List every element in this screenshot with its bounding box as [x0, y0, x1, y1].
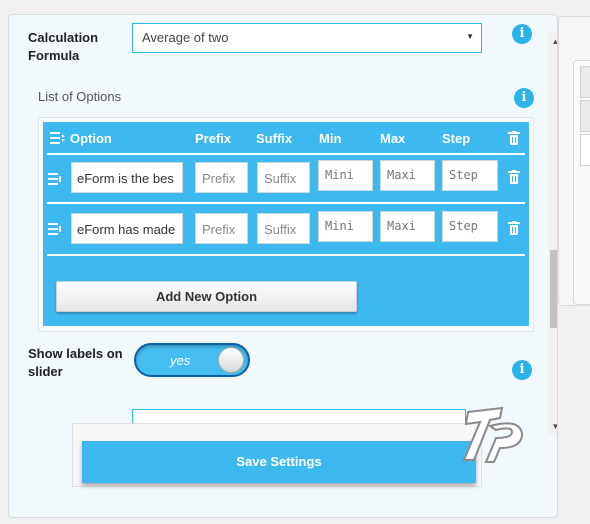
column-header-step: Step [442, 131, 471, 146]
min-input[interactable]: Mini [318, 211, 373, 242]
step-input[interactable]: Step [442, 160, 498, 191]
column-header-max: Max [380, 131, 406, 146]
prefix-input[interactable]: Prefix [195, 213, 248, 244]
step-input[interactable]: Step [442, 211, 498, 242]
show-labels-toggle[interactable]: yes [134, 343, 250, 377]
min-input[interactable]: Mini [318, 160, 373, 191]
background-box [580, 66, 590, 98]
trash-icon[interactable] [508, 170, 520, 184]
toggle-state-text: yes [170, 353, 191, 368]
drag-handle-icon[interactable] [48, 173, 64, 185]
background-box [580, 100, 590, 132]
suffix-input[interactable]: Suffix [257, 162, 310, 193]
scrollbar[interactable]: ▲ ▼ [548, 31, 557, 434]
add-new-option-button[interactable]: Add New Option [56, 281, 357, 312]
drag-handle-icon[interactable] [48, 223, 64, 235]
divider [47, 153, 525, 155]
info-icon[interactable]: i [512, 24, 532, 44]
caret-down-icon: ▼ [466, 32, 474, 41]
prefix-input[interactable]: Prefix [195, 162, 248, 193]
divider [47, 202, 525, 204]
divider [47, 254, 525, 256]
options-table: Option Prefix Suffix Min Max Step eForm … [43, 122, 529, 326]
background-box [580, 134, 590, 166]
trash-icon[interactable] [508, 221, 520, 235]
save-settings-button[interactable]: Save Settings [82, 441, 476, 483]
max-input[interactable]: Maxi [380, 160, 435, 191]
toggle-knob [218, 347, 244, 373]
column-header-min: Min [319, 131, 342, 146]
info-icon[interactable]: i [512, 360, 532, 380]
max-input[interactable]: Maxi [380, 211, 435, 242]
list-icon [50, 132, 65, 144]
option-text-input[interactable]: eForm is the bes [71, 162, 183, 193]
trash-icon[interactable] [508, 131, 520, 145]
options-section-title: List of Options [38, 89, 122, 104]
logo-icon [462, 406, 524, 463]
calculation-formula-label: Calculation Formula [28, 30, 99, 63]
show-labels-label: Show labels on slider [28, 346, 123, 379]
info-icon[interactable]: i [514, 88, 534, 108]
suffix-input[interactable]: Suffix [257, 213, 310, 244]
scroll-up-icon[interactable]: ▲ [548, 35, 557, 49]
column-header-suffix: Suffix [256, 131, 293, 146]
option-text-input[interactable]: eForm has made [71, 213, 183, 244]
calculation-formula-select[interactable]: Average of two ▼ [132, 23, 482, 53]
scrollbar-thumb[interactable] [550, 250, 557, 328]
column-header-prefix: Prefix [195, 131, 232, 146]
column-header-option: Option [70, 131, 112, 146]
calculation-formula-value: Average of two [142, 30, 229, 45]
scroll-down-icon[interactable]: ▼ [548, 420, 557, 434]
